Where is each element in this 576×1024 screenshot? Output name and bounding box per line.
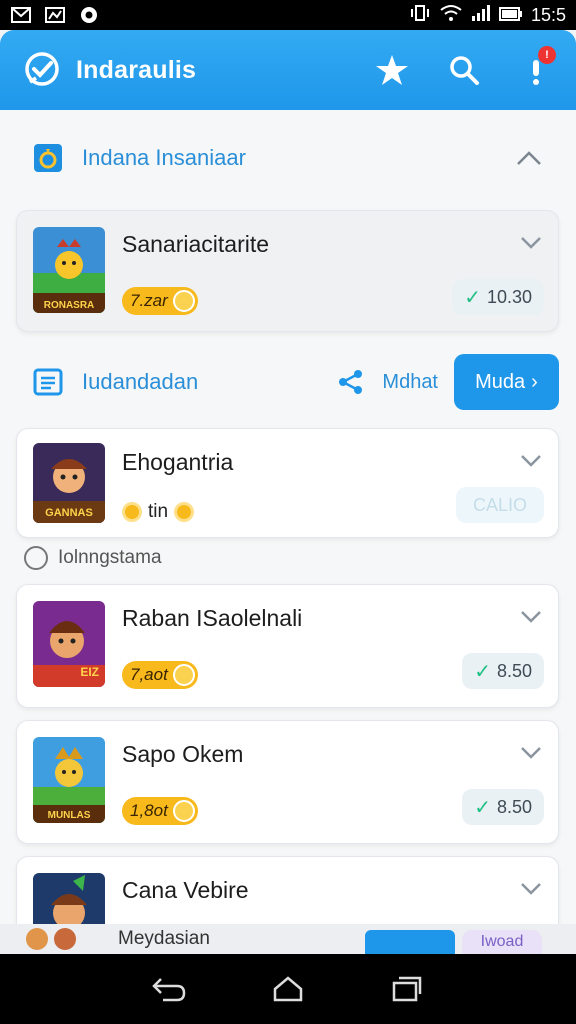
game-thumbnail: RONASRA xyxy=(33,227,105,313)
sub-label-text: Iolnngstama xyxy=(58,547,162,568)
thumbnail-caption: EIZ xyxy=(80,665,99,679)
check-icon: ✓ xyxy=(474,660,491,683)
wifi-icon xyxy=(439,4,463,27)
thumbnail-caption: RONASRA xyxy=(43,300,95,311)
chevron-down-icon[interactable] xyxy=(518,607,544,627)
coin-icon xyxy=(172,290,195,312)
game-thumbnail: MUNLAS xyxy=(33,737,105,823)
rating-badge: CALIO xyxy=(456,487,544,523)
price-pill: 7,aot xyxy=(122,661,198,689)
game-name: Raban ISaolelnali xyxy=(122,605,303,631)
home-icon[interactable] xyxy=(268,972,308,1006)
bottom-action-strip: Meydasian Iwoad xyxy=(0,924,576,954)
ring-icon xyxy=(32,142,64,174)
price-pill: 1,8ot xyxy=(122,797,198,825)
status-time: 15:5 xyxy=(530,4,566,25)
rating-value: 8.50 xyxy=(496,660,532,681)
game-card[interactable]: RONASRA Sanariacitarite 7.zar ✓ 10.30 xyxy=(16,210,559,332)
search-icon[interactable] xyxy=(446,52,482,88)
gmail-icon xyxy=(10,6,32,24)
status-bar: 15:5 xyxy=(0,0,576,30)
price-value: tin xyxy=(148,501,169,522)
chevron-down-icon[interactable] xyxy=(518,743,544,763)
vibrate-icon xyxy=(409,4,431,26)
thumbnail-caption: MUNLAS xyxy=(47,810,91,821)
rating-value: 8.50 xyxy=(496,796,532,817)
battery-icon xyxy=(498,5,523,26)
notification-badge: ! xyxy=(538,46,556,64)
badge-icon xyxy=(26,928,48,950)
game-name: Cana Vebire xyxy=(122,877,249,903)
clock-icon xyxy=(24,546,48,570)
share-icon[interactable] xyxy=(336,367,366,397)
rating-badge: ✓ 8.50 xyxy=(462,653,544,689)
recents-icon[interactable] xyxy=(387,972,427,1006)
section-header-list: Iudandadan Mdhat Muda › xyxy=(0,354,576,410)
bottom-strip-text: Meydasian xyxy=(118,928,210,949)
price-value: 1,8ot xyxy=(130,801,168,820)
chevron-down-icon[interactable] xyxy=(518,879,544,899)
game-card[interactable]: GANNAS Ehogantria tin CALIO xyxy=(16,428,559,538)
game-thumbnail: EIZ xyxy=(33,601,105,687)
section-title: Iudandadan xyxy=(82,369,199,394)
price-info: tin xyxy=(122,501,195,523)
app-bar: Indaraulis ! xyxy=(0,30,576,110)
chevron-up-icon[interactable] xyxy=(514,143,544,173)
star-icon[interactable] xyxy=(374,52,410,88)
more-button-label: Muda xyxy=(475,370,526,393)
more-button[interactable]: Muda › xyxy=(454,354,559,410)
coin-icon xyxy=(172,800,195,822)
coin-icon xyxy=(172,664,195,686)
section-title: Indana Insaniaar xyxy=(82,145,246,170)
price-value: 7.zar xyxy=(130,291,168,310)
game-card[interactable]: EIZ Raban ISaolelnali 7,aot ✓ 8.50 xyxy=(16,584,559,708)
main-content: Indana Insaniaar RONASRA Sanariacitarite… xyxy=(0,110,576,955)
system-nav-bar xyxy=(0,954,576,1024)
chart-icon xyxy=(44,6,66,24)
chevron-down-icon[interactable] xyxy=(518,233,544,253)
thumbnail-caption: GANNAS xyxy=(45,507,93,519)
game-card[interactable]: MUNLAS Sapo Okem 1,8ot ✓ 8.50 xyxy=(16,720,559,844)
sub-section-label: Iolnngstama xyxy=(24,546,162,570)
list-icon xyxy=(32,366,64,398)
coin-icon xyxy=(122,502,142,522)
camera-icon xyxy=(78,6,100,24)
game-thumbnail: GANNAS xyxy=(33,443,105,523)
section-header-featured[interactable]: Indana Insaniaar xyxy=(0,136,576,180)
signal-icon xyxy=(471,4,491,27)
game-name: Sapo Okem xyxy=(122,741,244,767)
chevron-down-icon[interactable] xyxy=(518,451,544,471)
rating-value: CALIO xyxy=(472,494,528,515)
check-icon: ✓ xyxy=(464,286,481,309)
back-icon[interactable] xyxy=(149,972,189,1006)
badge-icon xyxy=(54,928,76,950)
coin-icon xyxy=(174,502,195,522)
notification-icon[interactable]: ! xyxy=(518,46,556,88)
rating-badge: ✓ 10.30 xyxy=(452,279,544,315)
bottom-pill[interactable]: Iwoad xyxy=(462,930,542,954)
send-button[interactable] xyxy=(365,930,455,954)
chat-check-icon[interactable] xyxy=(22,50,62,90)
share-label[interactable]: Mdhat xyxy=(382,371,438,394)
price-value: 7,aot xyxy=(130,665,168,684)
game-name: Sanariacitarite xyxy=(122,231,270,257)
app-title: Indaraulis xyxy=(76,55,197,84)
check-icon: ✓ xyxy=(474,796,491,819)
chevron-right-icon: › xyxy=(531,370,538,393)
price-pill: 7.zar xyxy=(122,287,198,315)
rating-badge: ✓ 8.50 xyxy=(462,789,544,825)
game-name: Ehogantria xyxy=(122,449,234,475)
rating-value: 10.30 xyxy=(486,286,532,307)
